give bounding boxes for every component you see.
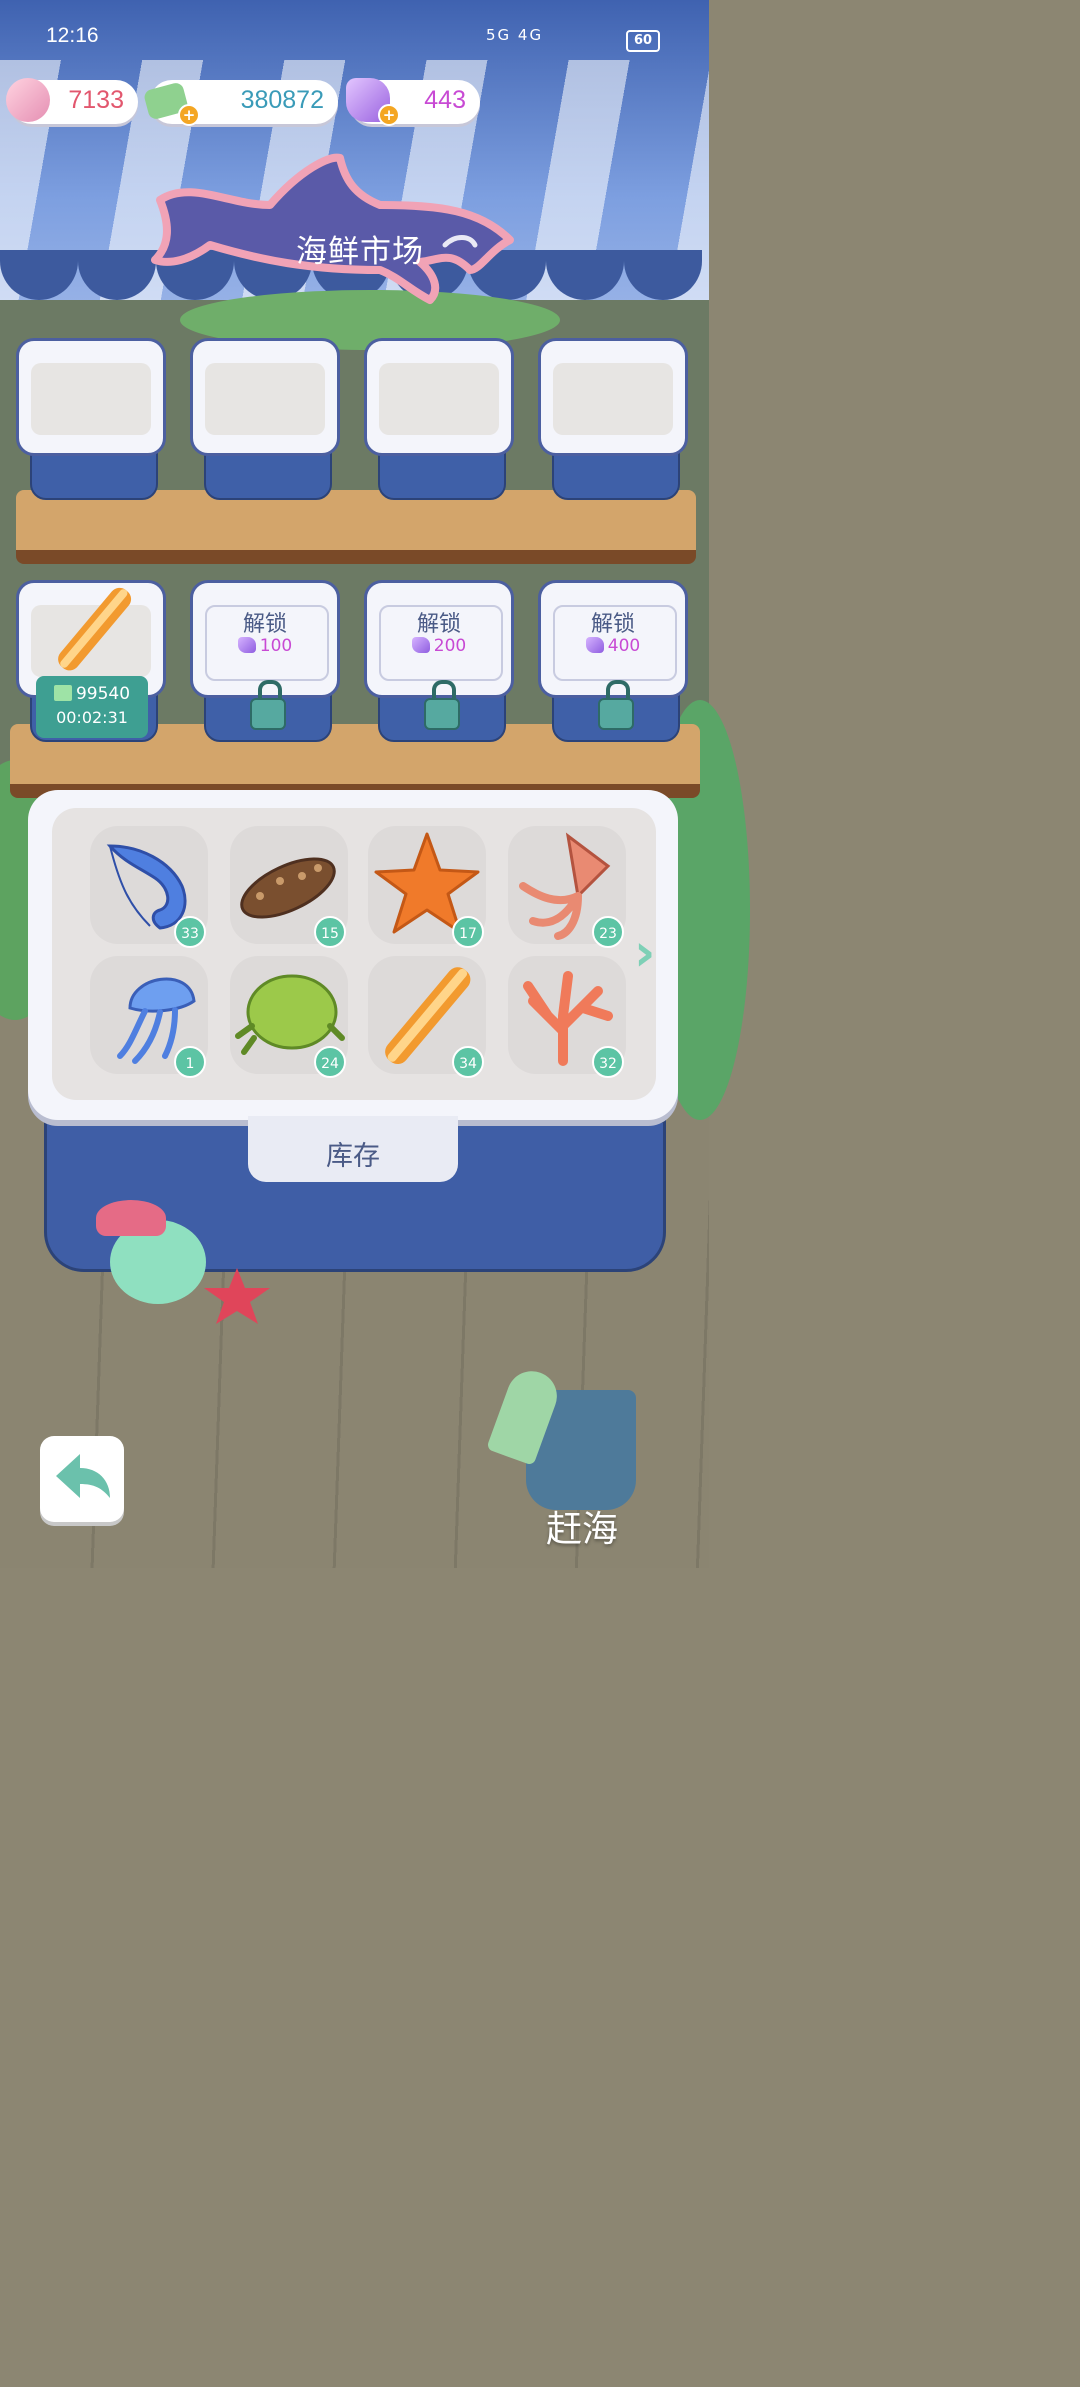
lock-icon: [250, 698, 286, 730]
sale-price: 99540: [75, 684, 131, 704]
unlock-price: 200: [433, 636, 467, 656]
inventory-item-jellyfish[interactable]: 1: [90, 956, 208, 1078]
locked-slot[interactable]: 解锁 200: [364, 580, 514, 742]
item-count: 17: [452, 916, 484, 948]
item-count: 15: [314, 916, 346, 948]
item-count: 33: [174, 916, 206, 948]
gem-value: 443: [424, 86, 466, 114]
item-count: 1: [174, 1046, 206, 1078]
item-count: 24: [314, 1046, 346, 1078]
add-gem-icon[interactable]: +: [378, 104, 400, 126]
shelf-slot-empty[interactable]: [16, 338, 166, 500]
status-time: 12:16: [46, 24, 99, 47]
back-arrow-icon: [56, 1454, 110, 1498]
cash-value: 380872: [240, 86, 324, 114]
inventory-item-crab[interactable]: 24: [230, 956, 348, 1078]
locked-slot[interactable]: 解锁 400: [538, 580, 688, 742]
shelf-slot-empty[interactable]: [190, 338, 340, 500]
locked-slot[interactable]: 解锁 100: [190, 580, 340, 742]
lock-icon: [424, 698, 460, 730]
item-count: 23: [592, 916, 624, 948]
item-count: 34: [452, 1046, 484, 1078]
sale-timer: 00:02:31: [56, 708, 128, 727]
inventory-label: 库存: [326, 1141, 380, 1172]
back-button[interactable]: [40, 1436, 124, 1522]
inventory-item-razor-clam[interactable]: 34: [368, 956, 486, 1078]
shell-value: 7133: [68, 86, 124, 114]
lock-icon: [598, 698, 634, 730]
shelf-slot-empty[interactable]: [538, 338, 688, 500]
shell-currency[interactable]: 7133: [6, 78, 138, 124]
go-to-sea-button[interactable]: 赶海: [546, 1500, 618, 1552]
gem-icon: [585, 637, 604, 653]
signal-icon: 5G 4G: [486, 26, 544, 44]
cash-icon: [53, 685, 72, 701]
unlock-price: 400: [607, 636, 641, 656]
inventory-item-coral[interactable]: 32: [508, 956, 626, 1078]
shelf-slot-empty[interactable]: [364, 338, 514, 500]
gem-currency[interactable]: + 443: [346, 78, 480, 126]
page-title: 海鲜市场: [296, 234, 424, 270]
inventory-item-starfish[interactable]: 17: [368, 826, 486, 948]
umbrella-icon: [96, 1200, 166, 1236]
red-starfish-icon: [204, 1268, 270, 1324]
next-page-chevron-icon[interactable]: ›: [634, 927, 674, 979]
unlock-label: 解锁: [242, 612, 287, 637]
unlock-label: 解锁: [590, 612, 635, 637]
razor-clam-icon: [58, 587, 132, 671]
battery-icon: 60: [626, 30, 660, 52]
item-count: 32: [592, 1046, 624, 1078]
cash-currency[interactable]: + 380872: [142, 80, 338, 126]
unlock-label: 解锁: [416, 612, 461, 637]
gem-icon: [411, 637, 430, 653]
add-cash-icon[interactable]: +: [178, 104, 200, 126]
inventory-item-squid[interactable]: 23: [508, 826, 626, 948]
gem-icon: [237, 637, 256, 653]
inventory-item-shrimp[interactable]: 33: [90, 826, 208, 948]
top-shelf: [16, 490, 696, 564]
sale-badge: 99540 00:02:31: [36, 676, 148, 738]
unlock-price: 100: [259, 636, 293, 656]
inventory-item-sea-cucumber[interactable]: 15: [230, 826, 348, 948]
shell-icon: [6, 78, 50, 122]
